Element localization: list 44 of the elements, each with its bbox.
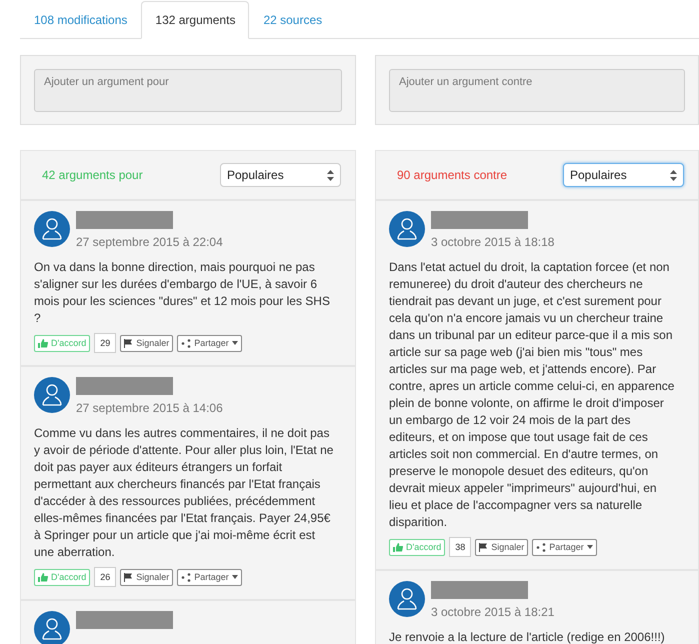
comment-text: Je renvoie a la lecture de l'article (redige en 2006!!!) bbox=[389, 629, 666, 644]
tab[interactable]: 108 modifications bbox=[20, 1, 142, 39]
comment-date: 3 octobre 2015 à 18:18 bbox=[431, 235, 554, 249]
vote-count: 38 bbox=[449, 537, 472, 557]
flag-icon bbox=[124, 572, 134, 582]
report-button[interactable]: Signaler bbox=[120, 334, 174, 352]
argument-count: 42 arguments pour bbox=[42, 168, 143, 182]
updown-icon bbox=[670, 170, 677, 180]
thumbs-up-icon bbox=[393, 542, 403, 552]
thumbs-up-icon bbox=[38, 572, 48, 582]
avatar-icon bbox=[34, 211, 70, 247]
share-button[interactable]: Partager bbox=[177, 568, 242, 586]
comment-text: Dans l'etat actuel du droit, la captation forcee (et non remuneree) du droit d'auteur des chercheurs ne tiendrait pas devant un juge, et c'est surement pour cela qu'on n'a encore jamais vu un chercheur traine dans un tribunal par un editeur parce-que il a mis son article sur sa page web (j'ai bien mis "tous" mes articles sur ma page web, et j'attends encore). Par contre, apres un article comme celui-ci, en apparence plein de bonne volonte, on affirme le droit d'imposer un embargo de 12 voir 24 mois de la part des editeurs, et on impose que tout usage fait de ces articles soit non commercial. En d'autre termes, on preserve le monopole desuet des editeurs, qu'on devrait mieux appeler "imprimeurs" aujourd'hui, en lieu et place de l'accompagner vers sa naturelle disparition. bbox=[389, 259, 676, 531]
vote-count: 29 bbox=[94, 333, 116, 353]
share-icon bbox=[181, 572, 192, 582]
caret-icon bbox=[586, 545, 593, 549]
thumbs-up-icon bbox=[38, 338, 48, 348]
flag-icon bbox=[124, 338, 134, 348]
comment-date: 27 septembre 2015 à 14:06 bbox=[76, 401, 223, 415]
sort-select[interactable]: Populaires bbox=[220, 163, 341, 187]
comment-text: On va dans la bonne direction, mais pourquoi ne pas s'aligner sur les durées d'embargo de l'UE, à savoir 6 mois pour les sciences "dures" et 12 mois pour les SHS ? bbox=[34, 259, 331, 327]
avatar-icon bbox=[389, 211, 425, 247]
comment-date: 3 octobre 2015 à 18:21 bbox=[431, 605, 554, 619]
comment-date: 27 septembre 2015 à 22:04 bbox=[76, 235, 223, 249]
share-button[interactable]: Partager bbox=[532, 538, 597, 556]
flag-icon bbox=[479, 542, 488, 552]
comment-text: Comme vu dans les autres commentaires, il ne doit pas y avoir de période d'attente. Pour aller plus loin, l'Etat ne doit pas payer aux éditeurs étrangers un forfait permettant aux chercheurs financés par l'Etat français d'accéder à des ressources publiées, précédemment elles-mêmes financées par l'Etat français. Payer 24,95€ à Springer pour un article que j'ai moi-même écrit est une aberration. bbox=[34, 425, 334, 561]
share-icon bbox=[536, 542, 546, 552]
tab[interactable]: 132 arguments bbox=[141, 1, 250, 39]
vote-count: 26 bbox=[94, 567, 116, 587]
report-button[interactable]: Signaler bbox=[120, 568, 174, 586]
share-button[interactable]: Partager bbox=[177, 334, 242, 352]
argument-input-field[interactable]: Ajouter un argument pour bbox=[34, 69, 342, 112]
tab[interactable]: 22 sources bbox=[249, 1, 336, 39]
argument-count: 90 arguments contre bbox=[397, 168, 508, 182]
updown-icon bbox=[327, 170, 334, 180]
share-icon bbox=[181, 338, 192, 348]
argument-input-field[interactable]: Ajouter un argument contre bbox=[389, 69, 685, 112]
report-button[interactable]: Signaler bbox=[475, 538, 528, 556]
caret-icon bbox=[232, 341, 238, 345]
sort-select[interactable]: Populaires bbox=[563, 163, 684, 187]
avatar-icon bbox=[34, 377, 70, 413]
caret-icon bbox=[232, 575, 238, 579]
avatar-icon bbox=[389, 581, 425, 617]
